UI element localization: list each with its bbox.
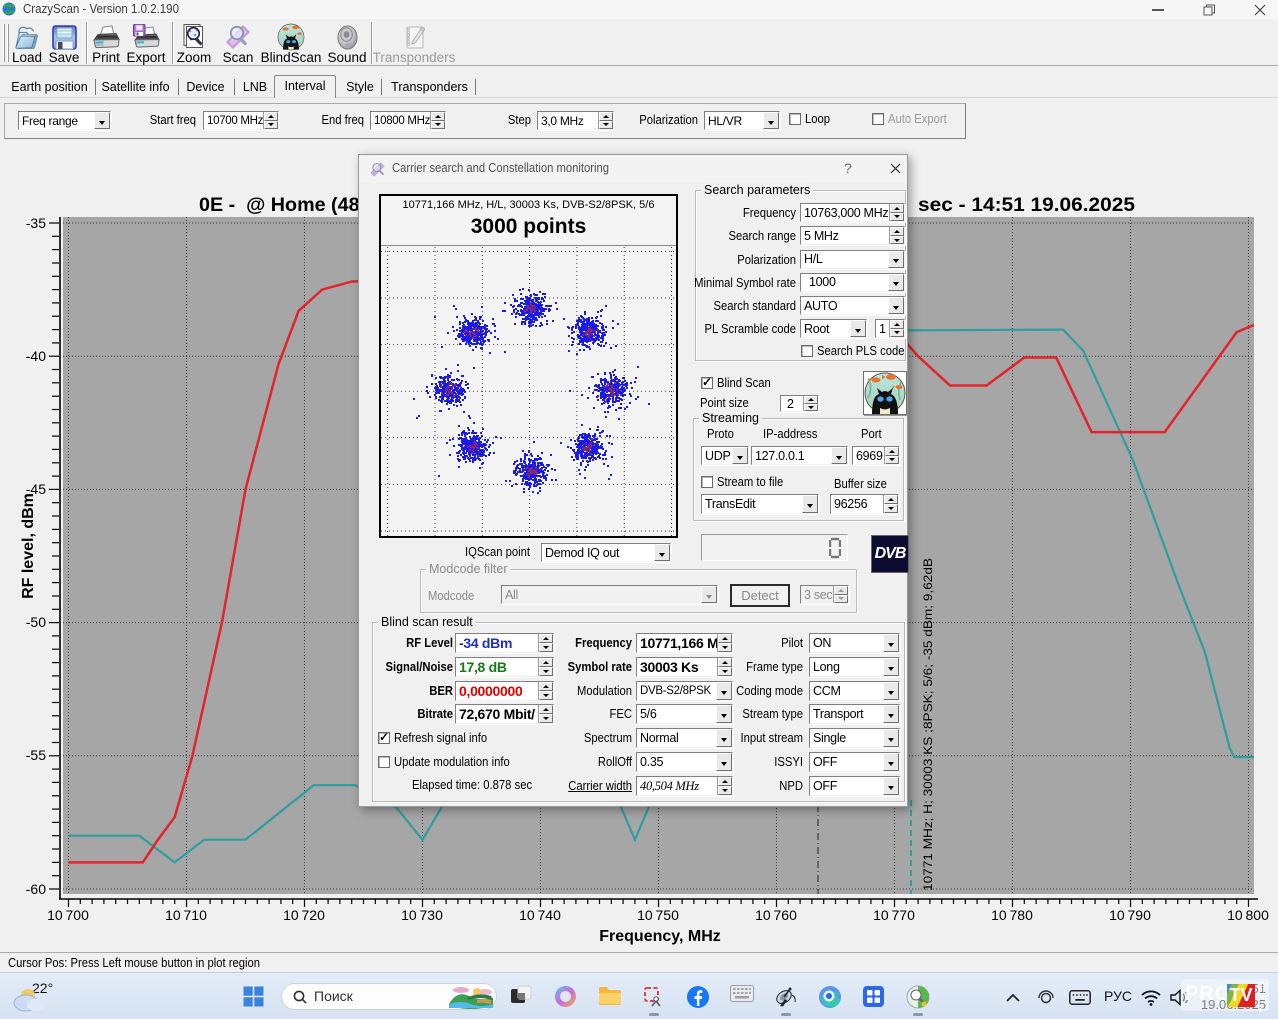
svg-text:10 710: 10 710 bbox=[165, 907, 207, 923]
svg-text:10 740: 10 740 bbox=[519, 907, 561, 923]
svg-text:RF level, dBm: RF level, dBm bbox=[20, 493, 37, 599]
svg-text:-60: -60 bbox=[26, 881, 46, 897]
svg-text:10 700: 10 700 bbox=[47, 907, 89, 923]
svg-text:0E - @ Home (48,4: 0E - @ Home (48,4 bbox=[199, 195, 376, 216]
svg-text:10 720: 10 720 bbox=[283, 907, 325, 923]
svg-text:Frequency, MHz: Frequency, MHz bbox=[599, 928, 721, 945]
svg-text:10771 MHz; H; 30003 KS ;8PSK;: 10771 MHz; H; 30003 KS ;8PSK; 5/6; -35 d… bbox=[921, 558, 935, 891]
svg-text:-50: -50 bbox=[26, 614, 46, 630]
svg-text:10 770: 10 770 bbox=[873, 907, 915, 923]
svg-text:22°: 22° bbox=[32, 980, 53, 996]
svg-text:sec - 14:51 19.06.2025: sec - 14:51 19.06.2025 bbox=[918, 195, 1135, 216]
svg-text:10 750: 10 750 bbox=[637, 907, 679, 923]
svg-text:10 730: 10 730 bbox=[401, 907, 443, 923]
svg-text:-55: -55 bbox=[26, 747, 46, 763]
svg-text:10 800: 10 800 bbox=[1227, 907, 1269, 923]
svg-text:-35: -35 bbox=[26, 215, 46, 231]
svg-text:-40: -40 bbox=[26, 348, 46, 364]
svg-text:10 760: 10 760 bbox=[755, 907, 797, 923]
svg-text:10 790: 10 790 bbox=[1109, 907, 1151, 923]
svg-text:10 780: 10 780 bbox=[991, 907, 1033, 923]
